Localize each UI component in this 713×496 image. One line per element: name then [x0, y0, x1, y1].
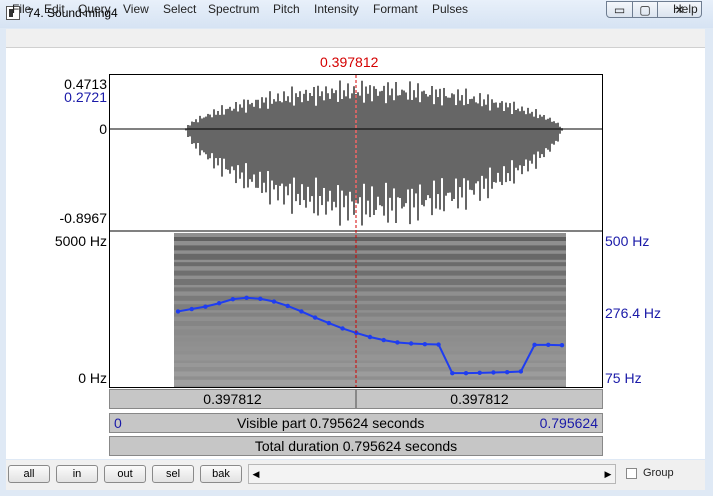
menu-view[interactable]: View	[123, 2, 149, 16]
scroll-left-icon[interactable]: ◀	[249, 466, 263, 482]
maximize-button[interactable]: ▢	[632, 1, 658, 18]
menu-spectrum[interactable]: Spectrum	[208, 2, 259, 16]
spectrogram-top-freq-label: 5000 Hz	[54, 233, 107, 249]
pitch-point	[559, 343, 565, 348]
zoom-selection-button[interactable]: sel	[152, 465, 194, 483]
menu-intensity[interactable]: Intensity	[314, 2, 359, 16]
pitch-point	[546, 342, 551, 348]
pitch-point	[422, 341, 428, 347]
menu-formant[interactable]: Formant	[373, 2, 418, 16]
minimize-button[interactable]: ▭	[606, 1, 633, 18]
timebar-left-segment[interactable]: 0.397812	[109, 389, 356, 409]
pitch-point	[408, 341, 414, 346]
pitch-point	[326, 320, 332, 326]
waveform-cursor-value-label: 0.2721	[64, 89, 107, 105]
total-duration-bar[interactable]: Total duration 0.795624 seconds	[109, 436, 603, 456]
pitch-point	[532, 342, 537, 348]
pitch-point	[312, 315, 318, 320]
spectrogram-band	[174, 287, 566, 292]
visible-end-label: 0.795624	[539, 415, 598, 431]
zoom-back-button[interactable]: bak	[200, 465, 242, 483]
waveform-min-label: -0.8967	[59, 210, 107, 226]
scroll-right-icon[interactable]: ▶	[601, 466, 615, 482]
menu-help[interactable]: Help	[673, 2, 698, 16]
pitch-point	[230, 296, 236, 302]
spectrogram-band	[174, 270, 566, 276]
pitch-point	[477, 370, 482, 376]
pitch-mid-label: 276.4 Hz	[605, 305, 662, 321]
pitch-point	[189, 306, 194, 312]
menu-file[interactable]: File	[12, 2, 31, 16]
pitch-point	[216, 301, 222, 306]
spectrogram-band	[174, 321, 566, 326]
pitch-point	[395, 340, 400, 345]
spectrogram-band	[174, 279, 566, 285]
spectrogram-band	[174, 346, 566, 352]
pitch-point	[367, 334, 373, 340]
pitch-point	[340, 326, 345, 331]
spectrogram-band	[174, 245, 566, 251]
spectrogram-band	[174, 354, 566, 361]
spectrogram-band	[174, 304, 566, 311]
menu-bar	[6, 29, 705, 48]
visible-part-label: Visible part 0.795624 seconds	[237, 415, 425, 431]
pitch-point	[504, 369, 510, 375]
waveform-zero-label: 0	[99, 121, 107, 137]
spectrogram-bottom-freq-label: 0 Hz	[78, 370, 107, 386]
pitch-point	[203, 304, 208, 309]
menu-pitch[interactable]: Pitch	[273, 2, 300, 16]
time-scrollbar[interactable]	[248, 464, 616, 484]
pitch-point	[285, 303, 290, 309]
sound-plot[interactable]	[109, 74, 603, 388]
plot-svg	[110, 75, 602, 387]
pitch-point	[381, 337, 386, 343]
pitch-point	[175, 309, 181, 314]
pitch-point	[518, 369, 524, 374]
pitch-top-label: 500 Hz	[605, 233, 650, 249]
cursor-time-label: 0.397812	[320, 54, 379, 70]
group-label: Group	[643, 467, 674, 479]
menu-select[interactable]: Select	[163, 2, 196, 16]
spectrogram-band	[174, 262, 566, 267]
spectrogram-band	[174, 329, 566, 336]
pitch-point	[299, 309, 304, 314]
visible-part-bar[interactable]: 0 Visible part 0.795624 seconds 0.795624	[109, 413, 603, 433]
pitch-point	[258, 296, 263, 301]
visible-start-label: 0	[114, 415, 122, 431]
zoom-out-button[interactable]: out	[104, 465, 146, 483]
pitch-point	[450, 370, 455, 376]
menu-query[interactable]: Query	[78, 2, 111, 16]
spectrogram-band	[174, 363, 566, 367]
spectrogram-band	[174, 253, 566, 260]
zoom-in-button[interactable]: in	[56, 465, 98, 483]
menu-pulses[interactable]: Pulses	[432, 2, 468, 16]
pitch-bottom-label: 75 Hz	[605, 370, 642, 386]
spectrogram-band	[174, 237, 566, 241]
pitch-point	[463, 370, 469, 376]
menu-edit[interactable]: Edit	[44, 2, 65, 16]
spectrogram-band	[174, 312, 566, 317]
timebar-right-segment[interactable]: 0.397812	[356, 389, 603, 409]
spectrogram-band	[174, 379, 566, 386]
pitch-point	[271, 299, 277, 304]
pitch-point	[491, 370, 496, 375]
group-checkbox[interactable]	[626, 468, 637, 479]
pitch-point	[436, 342, 441, 347]
pitch-point	[244, 295, 249, 300]
zoom-all-button[interactable]: all	[8, 465, 50, 483]
